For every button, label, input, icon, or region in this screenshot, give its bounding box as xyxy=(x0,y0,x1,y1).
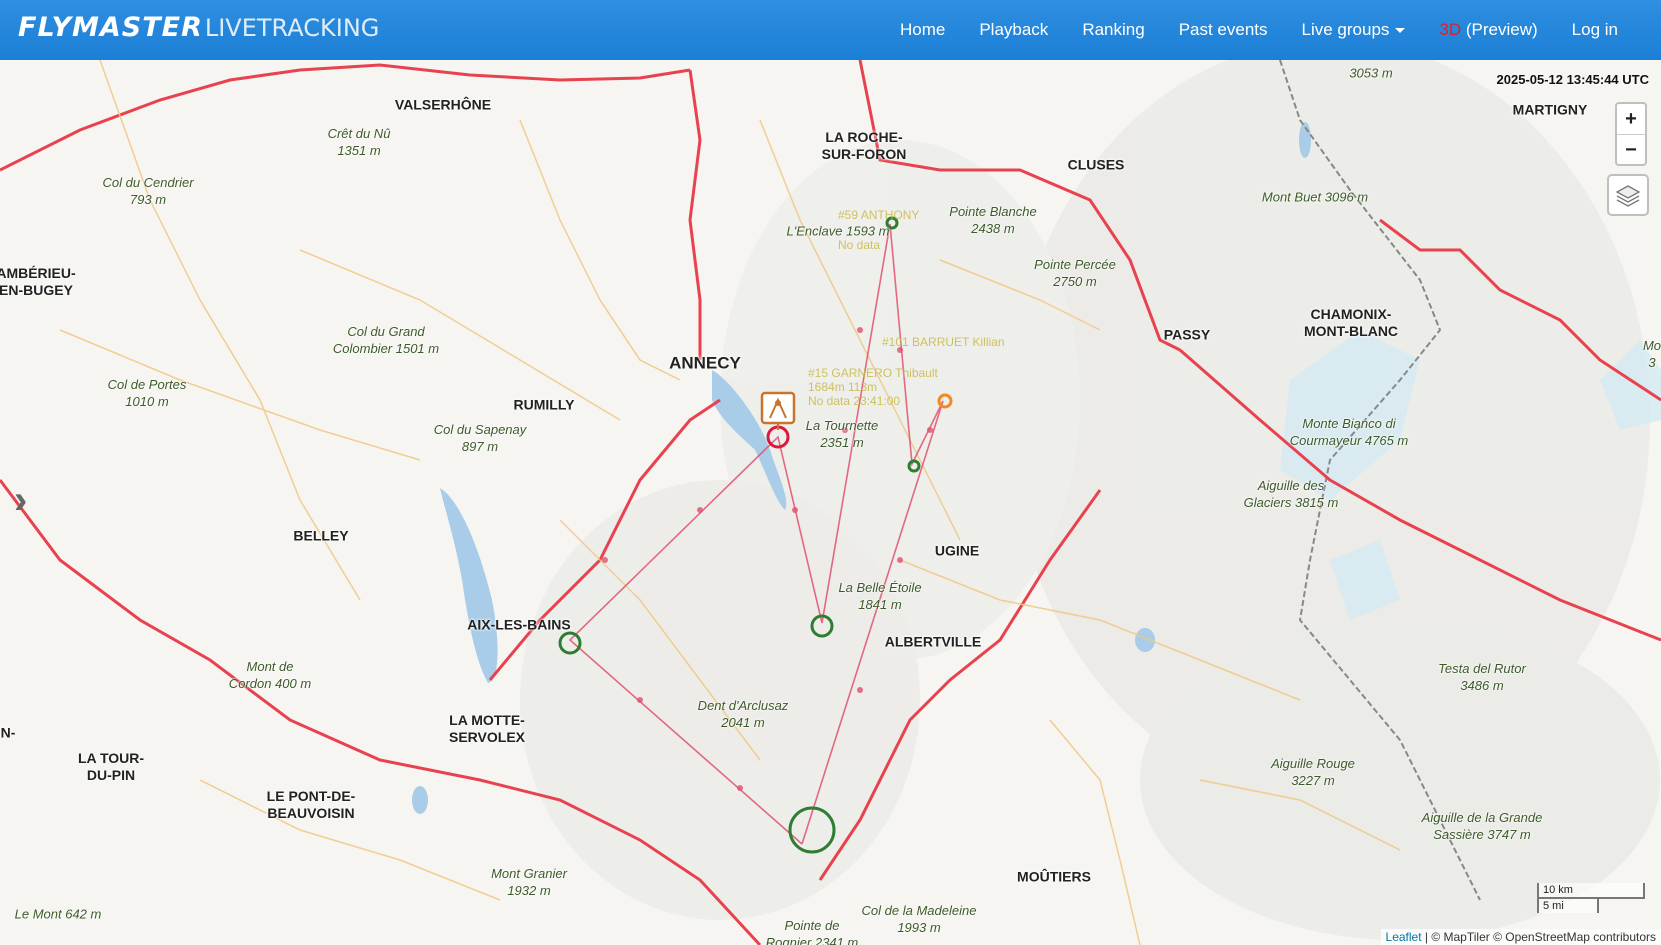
caret-down-icon xyxy=(1395,28,1406,34)
nav-past-events[interactable]: Past events xyxy=(1162,20,1285,40)
peak-label: Aiguille des Glaciers 3815 m xyxy=(1243,478,1339,510)
nav-3d-preview[interactable]: 3D (Preview) xyxy=(1422,20,1554,40)
peak-label: Dent d'Arclusaz 2041 m xyxy=(697,698,789,730)
terrain-relief xyxy=(520,60,1660,940)
peak-label: Mont Buet 3096 m xyxy=(1261,189,1369,205)
place-label: CLUSES xyxy=(1067,156,1125,173)
peak-label: Col de la Madeleine 1993 m xyxy=(861,903,977,935)
place-label: LE PONT-DE- BEAUVOISIN xyxy=(266,788,356,821)
peak-label: Col du Sapenay 897 m xyxy=(433,422,527,454)
peak-label: Col du Cendrier 793 m xyxy=(102,175,194,207)
place-label: AIX-LES-BAINS xyxy=(467,616,571,633)
map-base-layer xyxy=(0,60,1661,945)
nav-ranking[interactable]: Ranking xyxy=(1065,20,1161,40)
peak-label: Aiguille Rouge 3227 m xyxy=(1271,756,1355,788)
zoom-control: + − xyxy=(1615,102,1647,166)
live-timestamp: 2025-05-12 13:45:44 UTC xyxy=(1496,72,1649,87)
place-label: VALSERHÔNE xyxy=(394,96,492,113)
peak-label: Crêt du Nû 1351 m xyxy=(327,126,391,158)
peak-label: Col du Grand Colombier 1501 m xyxy=(332,324,440,356)
nav-login[interactable]: Log in xyxy=(1555,20,1635,40)
top-navbar: FLYMASTER LIVETRACKING Home Playback Ran… xyxy=(0,0,1661,60)
pilot-label: No data xyxy=(838,238,881,252)
nav-preview-label: (Preview) xyxy=(1465,20,1538,39)
nav-playback[interactable]: Playback xyxy=(962,20,1065,40)
place-label: ANNECY xyxy=(669,353,741,373)
place-label: LA ROCHE- SUR-FORON xyxy=(821,129,907,162)
place-label: RUMILLY xyxy=(513,396,575,413)
pilot-label: 1684m 113m xyxy=(808,380,878,394)
attribution-text: | © MapTiler © OpenStreetMap contributor… xyxy=(1421,930,1656,944)
scale-bar: 10 km 5 mi xyxy=(1537,883,1645,913)
place-label: ALBERTVILLE xyxy=(884,633,982,650)
place-label: AMBÉRIEU- EN-BUGEY xyxy=(0,265,76,298)
place-label: MARTIGNY xyxy=(1512,101,1588,118)
peak-label: Monte Bianco di Courmayeur 4765 m xyxy=(1289,416,1409,448)
peak-label: La Belle Étoile 1841 m xyxy=(838,580,922,612)
peak-label: 3053 m xyxy=(1349,65,1393,81)
scale-mi: 5 mi xyxy=(1537,897,1599,913)
pilot-label[interactable]: #15 GARNERO Thibault xyxy=(808,366,938,380)
place-label: N- xyxy=(0,724,16,741)
zoom-out-button[interactable]: − xyxy=(1617,134,1645,164)
zoom-in-button[interactable]: + xyxy=(1617,104,1645,134)
layers-button[interactable] xyxy=(1607,174,1649,216)
peak-label: Pointe Blanche 2438 m xyxy=(949,204,1037,236)
peak-label: La Tournette 2351 m xyxy=(805,418,879,450)
peak-label: Testa del Rutor 3486 m xyxy=(1438,661,1526,693)
place-label: CHAMONIX- MONT-BLANC xyxy=(1303,306,1399,339)
peak-label: Pointe de Rognier 2341 m xyxy=(765,918,859,945)
peak-label: Mont Granier 1932 m xyxy=(491,866,567,898)
peak-label: Pointe Percée 2750 m xyxy=(1034,257,1116,289)
place-label: BELLEY xyxy=(293,527,349,544)
brand-logo[interactable]: FLYMASTER LIVETRACKING xyxy=(18,12,379,48)
nav-live-groups[interactable]: Live groups xyxy=(1285,20,1423,40)
layers-icon xyxy=(1615,185,1641,207)
nav-live-groups-label: Live groups xyxy=(1301,20,1390,39)
place-label: PASSY xyxy=(1163,326,1211,343)
brand-bold-text: FLYMASTER xyxy=(18,12,203,43)
peak-label: Le Mont 642 m xyxy=(14,906,102,922)
pilot-label[interactable]: #59 ANTHONY xyxy=(838,208,919,222)
place-label: UGINE xyxy=(934,542,980,559)
map-attribution: Leaflet | © MapTiler © OpenStreetMap con… xyxy=(1380,929,1661,945)
brand-light-text: LIVETRACKING xyxy=(204,14,380,42)
peak-label: L'Enclave 1593 m xyxy=(786,223,890,239)
peak-label: Col de Portes 1010 m xyxy=(107,377,187,409)
pilot-label: No data 23:41:00 xyxy=(808,394,901,408)
pilot-label[interactable]: #101 BARRUET Killian xyxy=(882,335,1005,349)
chevron-right-icon[interactable]: › xyxy=(14,480,27,520)
peak-label: Mont de Cordon 400 m xyxy=(228,659,312,691)
place-label: LA MOTTE- SERVOLEX xyxy=(449,712,525,745)
peak-label: Aiguille de la Grande Sassière 3747 m xyxy=(1421,810,1543,842)
nav-home[interactable]: Home xyxy=(883,20,962,40)
place-label: LA TOUR- DU-PIN xyxy=(77,750,145,783)
nav-3d-label: 3D xyxy=(1439,20,1462,39)
main-nav: Home Playback Ranking Past events Live g… xyxy=(883,0,1635,60)
peak-label: Mo 3 xyxy=(1642,338,1661,370)
map-canvas[interactable]: VALSERHÔNE ANNECY LA ROCHE- SUR-FORON CL… xyxy=(0,60,1661,945)
place-label: MOÛTIERS xyxy=(1017,868,1091,885)
leaflet-link[interactable]: Leaflet xyxy=(1386,930,1422,944)
